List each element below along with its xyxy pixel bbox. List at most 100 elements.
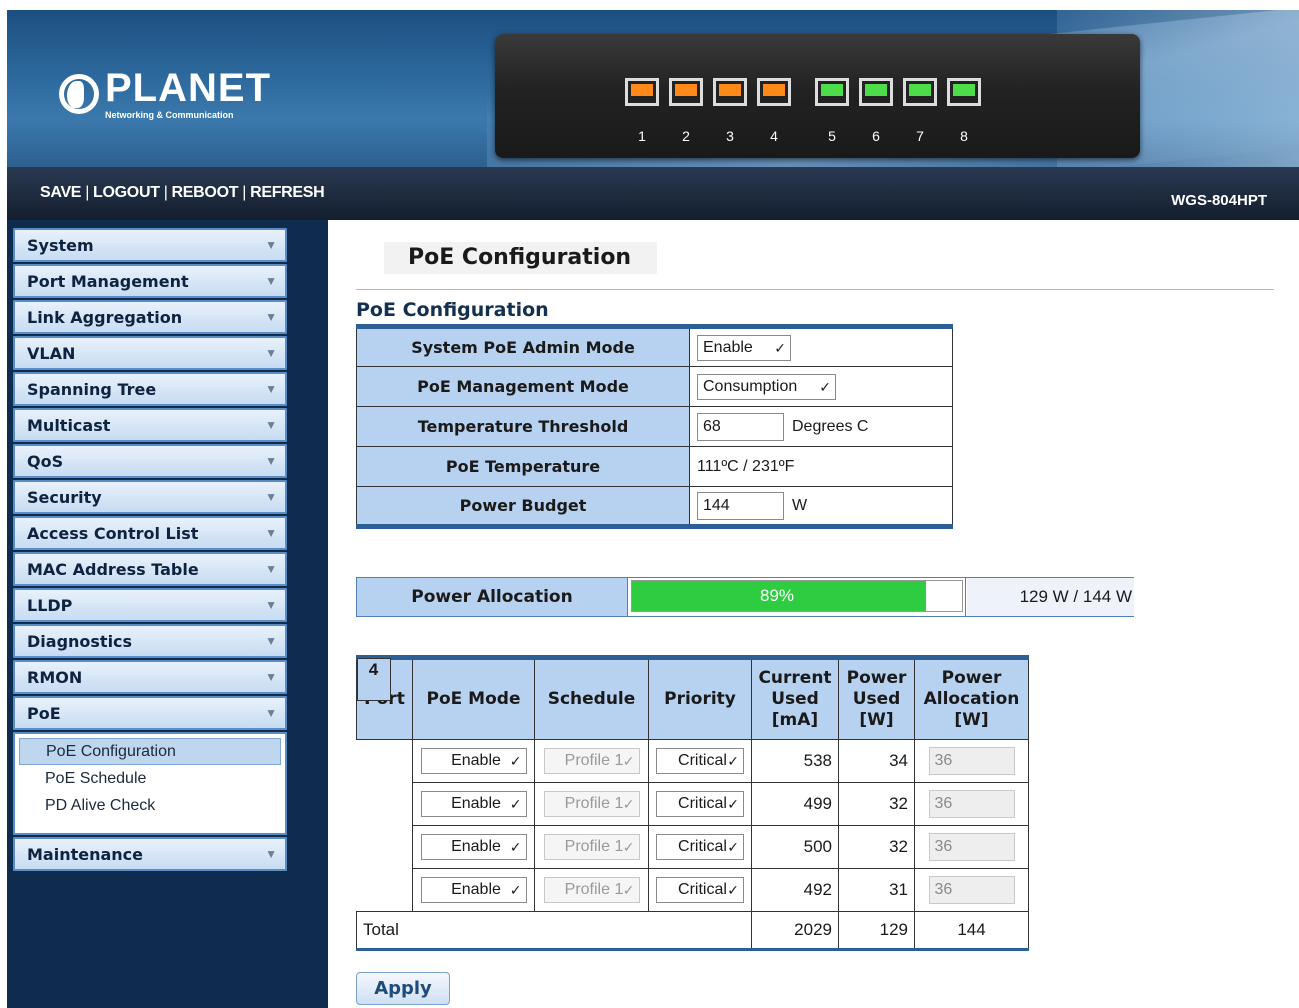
sidebar-item-port-management[interactable]: Port Management ▼ xyxy=(13,264,287,298)
config-row-poe-temp: PoE Temperature 111ºC / 231ºF xyxy=(356,446,953,487)
temp-threshold-unit: Degrees C xyxy=(792,417,869,435)
sidebar-item-poe[interactable]: PoE ▼ xyxy=(13,696,287,730)
header-line: Power xyxy=(846,668,907,688)
port-poe-table: Port PoE Mode Schedule Priority CurrentU… xyxy=(356,655,1029,951)
sidebar-item-label: Diagnostics xyxy=(27,632,133,651)
sidebar-item-multicast[interactable]: Multicast ▼ xyxy=(13,408,287,442)
sidebar-item-label: RMON xyxy=(27,668,83,687)
col-header-schedule: Schedule xyxy=(534,657,649,740)
header-line: Used xyxy=(852,689,901,709)
schedule-select-value: Profile 1 xyxy=(564,795,624,812)
divider xyxy=(356,289,1274,290)
apply-button[interactable]: Apply xyxy=(356,972,450,1005)
priority-select[interactable]: Critical ✓ xyxy=(656,791,744,817)
chevron-down-icon: ▼ xyxy=(265,634,277,648)
port-notch xyxy=(637,97,647,103)
priority-select[interactable]: Critical ✓ xyxy=(656,748,744,774)
sidebar-item-access-control-list[interactable]: Access Control List ▼ xyxy=(13,516,287,550)
planet-logo-icon xyxy=(59,74,99,114)
sidebar-item-vlan[interactable]: VLAN ▼ xyxy=(13,336,287,370)
chevron-down-icon: ▼ xyxy=(265,238,277,252)
sidebar-item-spanning-tree[interactable]: Spanning Tree ▼ xyxy=(13,372,287,406)
current-used-cell: 499 xyxy=(751,782,839,826)
config-row-mgmt-mode: PoE Management Mode Consumption ✓ xyxy=(356,366,953,407)
sidebar-item-label: MAC Address Table xyxy=(27,560,199,579)
submenu-item-poe-configuration[interactable]: PoE Configuration xyxy=(19,738,281,765)
priority-select-value: Critical xyxy=(678,752,727,769)
total-current: 2029 xyxy=(751,911,839,950)
sidebar-item-security[interactable]: Security ▼ xyxy=(13,480,287,514)
total-allocation: 144 xyxy=(914,911,1029,950)
refresh-link[interactable]: REFRESH xyxy=(250,184,325,201)
poe-mode-select[interactable]: Enable ✓ xyxy=(420,748,527,774)
poe-mode-select-value: Enable xyxy=(451,838,501,855)
sidebar-item-label: PoE xyxy=(27,704,61,723)
chevron-down-icon: ✓ xyxy=(727,839,739,855)
brand-tagline: Networking & Communication xyxy=(105,110,234,120)
chevron-down-icon: ▼ xyxy=(265,526,277,540)
config-row-temp-threshold: Temperature Threshold 68 Degrees C xyxy=(356,406,953,447)
total-label: Total xyxy=(356,911,752,950)
port-notch xyxy=(681,97,691,103)
schedule-select-value: Profile 1 xyxy=(564,881,624,898)
poe-mode-select[interactable]: Enable ✓ xyxy=(420,877,527,903)
power-allocation-input: 36 xyxy=(928,747,1015,775)
port-led xyxy=(713,78,747,106)
schedule-select: Profile 1 ✓ xyxy=(543,834,640,860)
sidebar-item-diagnostics[interactable]: Diagnostics ▼ xyxy=(13,624,287,658)
progress-track: 89% xyxy=(631,580,963,612)
poe-temp-label: PoE Temperature xyxy=(356,446,690,487)
logout-link[interactable]: LOGOUT xyxy=(93,184,160,201)
chevron-down-icon: ✓ xyxy=(622,882,635,898)
chevron-down-icon: ▼ xyxy=(265,274,277,288)
chevron-down-icon: ✓ xyxy=(622,839,635,855)
power-allocation-value: 129 W / 144 W xyxy=(967,578,1134,616)
port-led-light xyxy=(953,84,975,96)
power-budget-unit: W xyxy=(792,496,808,514)
poe-mode-select[interactable]: Enable ✓ xyxy=(420,791,527,817)
sidebar-item-maintenance[interactable]: Maintenance ▼ xyxy=(13,837,287,871)
header-line: Current xyxy=(758,668,832,688)
sidebar-item-system[interactable]: System ▼ xyxy=(13,228,287,262)
sidebar-item-qos[interactable]: QoS ▼ xyxy=(13,444,287,478)
poe-config-table: System PoE Admin Mode Enable ✓ PoE Manage… xyxy=(356,324,953,529)
poe-mode-cell: Enable ✓ xyxy=(412,825,535,869)
submenu-item-poe-schedule[interactable]: PoE Schedule xyxy=(19,765,281,792)
port-notch xyxy=(871,97,881,103)
port-number-cell: 4 xyxy=(356,657,391,701)
sidebar-item-mac-address-table[interactable]: MAC Address Table ▼ xyxy=(13,552,287,586)
port-number: 7 xyxy=(916,128,924,144)
power-budget-input[interactable]: 144 xyxy=(697,491,784,520)
poe-mode-select[interactable]: Enable ✓ xyxy=(420,834,527,860)
chevron-down-icon: ✓ xyxy=(774,339,786,356)
power-budget-cell: 144 W xyxy=(689,486,953,527)
table-row: 3Enable✓Profile 1✓Critical✓5003236 xyxy=(356,657,1029,869)
temp-threshold-cell: 68 Degrees C xyxy=(689,406,953,447)
poe-temp-value: 111ºC / 231ºF xyxy=(689,446,953,487)
chevron-down-icon: ✓ xyxy=(509,753,522,769)
device-model: WGS-804HPT xyxy=(1171,192,1267,209)
sidebar-item-link-aggregation[interactable]: Link Aggregation ▼ xyxy=(13,300,287,334)
sidebar-item-lldp[interactable]: LLDP ▼ xyxy=(13,588,287,622)
priority-cell: Critical ✓ xyxy=(648,868,752,912)
sidebar-item-rmon[interactable]: RMON ▼ xyxy=(13,660,287,694)
chevron-down-icon: ▼ xyxy=(265,382,277,396)
reboot-link[interactable]: REBOOT xyxy=(172,184,239,201)
save-link[interactable]: SAVE xyxy=(40,184,81,201)
poe-mode-select-value: Enable xyxy=(451,752,501,769)
submenu-item-pd-alive-check[interactable]: PD Alive Check xyxy=(19,792,281,819)
col-header-power-used: Power Used [W] xyxy=(838,657,915,740)
admin-mode-select[interactable]: Enable ✓ xyxy=(697,334,791,361)
header-line: [mA] xyxy=(771,710,819,730)
port-number: 6 xyxy=(872,128,880,144)
chevron-down-icon: ✓ xyxy=(622,753,635,769)
temp-threshold-input[interactable]: 68 xyxy=(697,412,784,441)
schedule-select: Profile 1 ✓ xyxy=(543,791,640,817)
sidebar-item-label: VLAN xyxy=(27,344,76,363)
port-led-light xyxy=(909,84,931,96)
priority-select[interactable]: Critical ✓ xyxy=(656,877,744,903)
power-allocation-cell: 36 xyxy=(914,739,1029,783)
chevron-down-icon: ▼ xyxy=(265,346,277,360)
mgmt-mode-select[interactable]: Consumption ✓ xyxy=(697,373,836,400)
priority-select[interactable]: Critical ✓ xyxy=(656,834,744,860)
